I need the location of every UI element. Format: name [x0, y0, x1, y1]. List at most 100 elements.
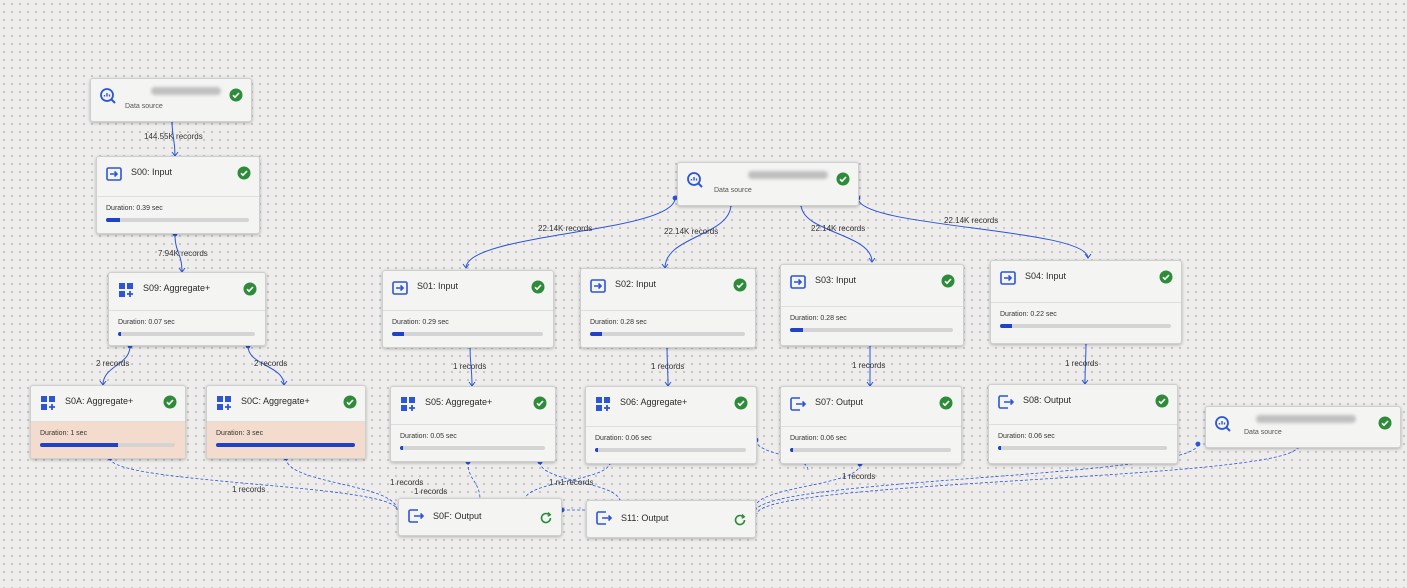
success-check-icon [237, 166, 251, 180]
edge-connector-dashed [109, 457, 398, 511]
edge-label: 1 records [414, 487, 448, 496]
duration-bar [590, 332, 745, 336]
redacted-name [1256, 415, 1356, 423]
node-s04-input[interactable]: S04: Input Duration: 0.22 sec [990, 260, 1182, 344]
edge-label: 22.14K records [811, 224, 866, 233]
success-check-icon [533, 396, 547, 410]
output-icon [407, 507, 425, 525]
node-title: S02: Input [615, 279, 657, 289]
input-icon [589, 277, 607, 295]
duration-text: Duration: 1 sec [40, 430, 88, 437]
aggregate-icon [594, 395, 612, 413]
node-s07-output[interactable]: S07: Output Duration: 0.06 sec [780, 386, 962, 464]
success-check-icon [531, 280, 545, 294]
duration-text: Duration: 0.28 sec [590, 319, 647, 326]
duration-bar [1000, 324, 1171, 328]
node-title: S07: Output [815, 397, 864, 407]
node-s00-input[interactable]: S00: Input Duration: 0.39 sec [96, 156, 260, 234]
duration-text: Duration: 0.39 sec [106, 205, 163, 212]
node-s03-input[interactable]: S03: Input Duration: 0.28 sec [780, 264, 964, 346]
pipeline-canvas[interactable]: Data source Data source Data source S00:… [0, 0, 1407, 588]
edge-label: 2 records [96, 359, 130, 368]
duration-bar [118, 332, 255, 336]
edge-label: 1 records [390, 478, 424, 487]
success-check-icon [836, 172, 850, 186]
node-subtitle: Data source [125, 103, 163, 110]
edge-connector-dashed [754, 463, 861, 509]
success-check-icon [1155, 394, 1169, 408]
node-title: S00: Input [131, 167, 173, 177]
node-subtitle: Data source [1244, 429, 1282, 436]
success-check-icon [229, 88, 243, 102]
duration-bar [40, 443, 175, 447]
success-check-icon [343, 395, 357, 409]
node-s05-aggregate[interactable]: S05: Aggregate+ Duration: 0.05 sec [390, 386, 556, 462]
node-title: S08: Output [1023, 395, 1072, 405]
node-s11-output[interactable]: S11: Output [586, 500, 756, 538]
aggregate-icon [215, 394, 233, 412]
edge-label: 1 records [651, 362, 685, 371]
input-icon [789, 273, 807, 291]
node-s01-input[interactable]: S01: Input Duration: 0.29 sec [382, 270, 554, 348]
success-check-icon [939, 396, 953, 410]
node-s06-aggregate[interactable]: S06: Aggregate+ Duration: 0.06 sec [585, 386, 757, 464]
edge-port[interactable] [1195, 441, 1201, 447]
edge-label: 7.94K records [158, 249, 208, 258]
success-check-icon [163, 395, 177, 409]
edge-connector [465, 197, 676, 269]
node-data-source-2[interactable]: Data source [677, 162, 859, 206]
success-check-icon [733, 278, 747, 292]
edge-label: 1 records [1065, 359, 1099, 368]
running-refresh-icon [733, 513, 747, 527]
duration-text: Duration: 0.05 sec [400, 433, 457, 440]
node-s02-input[interactable]: S02: Input Duration: 0.28 sec [580, 268, 756, 348]
node-s0f-output[interactable]: S0F: Output [398, 498, 562, 536]
aggregate-icon [39, 394, 57, 412]
duration-text: Duration: 0.28 sec [790, 315, 847, 322]
data-source-icon [686, 171, 704, 189]
edge-label: 22.14K records [944, 216, 999, 225]
node-title: S09: Aggregate+ [143, 283, 211, 293]
output-icon [997, 393, 1015, 411]
data-source-icon [99, 87, 117, 105]
duration-text: Duration: 0.06 sec [595, 435, 652, 442]
duration-text: Duration: 0.07 sec [118, 319, 175, 326]
duration-bar [392, 332, 543, 336]
node-title: S03: Input [815, 275, 857, 285]
node-s09-aggregate[interactable]: S09: Aggregate+ Duration: 0.07 sec [108, 272, 266, 346]
duration-bar [400, 446, 545, 450]
node-title: S11: Output [621, 513, 669, 523]
edge-connector [800, 203, 873, 263]
node-title: S0F: Output [433, 511, 482, 521]
node-title: S04: Input [1025, 271, 1067, 281]
node-data-source-1[interactable]: Data source [90, 78, 252, 122]
node-data-source-3[interactable]: Data source [1205, 406, 1401, 448]
edge-label: 144.55K records [144, 132, 203, 141]
duration-bar [106, 218, 249, 222]
edge-connector-dashed [467, 461, 481, 501]
duration-text: Duration: 0.06 sec [998, 433, 1055, 440]
node-s0a-aggregate[interactable]: S0A: Aggregate+ Duration: 1 sec [30, 385, 186, 459]
duration-bar [216, 443, 355, 447]
edge-label: 1 records [842, 472, 876, 481]
redacted-name [748, 171, 828, 179]
edge-label: 22.14K records [538, 224, 593, 233]
redacted-name [151, 87, 221, 95]
node-s0c-aggregate[interactable]: S0C: Aggregate+ Duration: 3 sec [206, 385, 366, 459]
edge-label: 1 records [453, 362, 487, 371]
duration-bar [998, 446, 1167, 450]
output-icon [789, 395, 807, 413]
duration-bar [790, 448, 951, 452]
node-title: S0A: Aggregate+ [65, 396, 134, 406]
node-s08-output[interactable]: S08: Output Duration: 0.06 sec [988, 384, 1178, 464]
edge-label: 22.14K records [664, 227, 719, 236]
duration-bar [595, 448, 746, 452]
duration-text: Duration: 0.22 sec [1000, 311, 1057, 318]
edge-label: 1 n1 records [549, 478, 594, 487]
edge-connector [664, 203, 732, 269]
success-check-icon [734, 396, 748, 410]
edge-connector-dashed [285, 457, 398, 511]
aggregate-icon [399, 395, 417, 413]
output-icon [595, 509, 613, 527]
node-title: S05: Aggregate+ [425, 397, 493, 407]
